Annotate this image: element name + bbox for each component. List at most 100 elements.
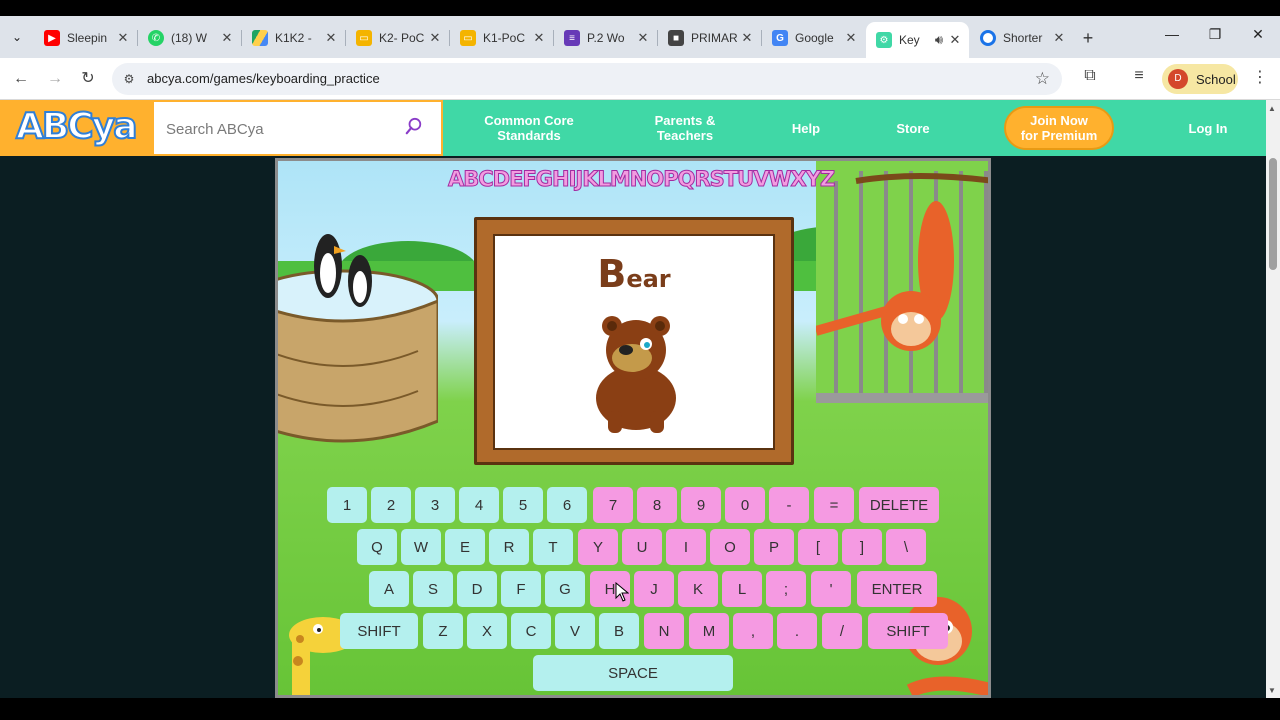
key-char-76[interactable]: L bbox=[722, 571, 762, 607]
game-canvas[interactable]: ABCDEFGHIJKLMNOPQRSTUVWXYZ Bear 1 2 3 4 … bbox=[275, 158, 991, 698]
key-char-48[interactable]: 0 bbox=[725, 487, 765, 523]
key-char-82[interactable]: R bbox=[489, 529, 529, 565]
close-icon[interactable]: ✕ bbox=[427, 30, 443, 46]
key-char-47[interactable]: / bbox=[822, 613, 862, 649]
key-char-67[interactable]: C bbox=[511, 613, 551, 649]
tab-7[interactable]: ■ PRIMAR ✕ bbox=[658, 24, 762, 52]
close-window-icon[interactable]: ✕ bbox=[1248, 26, 1268, 43]
nav-help[interactable]: Help bbox=[780, 100, 832, 156]
key-char-68[interactable]: D bbox=[457, 571, 497, 607]
close-icon[interactable]: ✕ bbox=[739, 30, 755, 46]
key-char-78[interactable]: N bbox=[644, 613, 684, 649]
bookmark-star-icon[interactable]: ☆ bbox=[1035, 69, 1050, 89]
close-icon[interactable]: ✕ bbox=[1051, 30, 1067, 46]
close-icon[interactable]: ✕ bbox=[635, 30, 651, 46]
key-char-59[interactable]: ; bbox=[766, 571, 806, 607]
key-char-50[interactable]: 2 bbox=[371, 487, 411, 523]
tab-8[interactable]: G Google ✕ bbox=[762, 24, 865, 52]
key-shift[interactable]: SHIFT bbox=[340, 613, 418, 649]
tab-search-button[interactable]: ⌄ bbox=[5, 25, 29, 49]
site-info-icon[interactable]: ⚙ bbox=[121, 71, 137, 87]
key-char-45[interactable]: - bbox=[769, 487, 809, 523]
key-char-46[interactable]: . bbox=[777, 613, 817, 649]
key-char-87[interactable]: W bbox=[401, 529, 441, 565]
tab-10[interactable]: Shorter ✕ bbox=[970, 24, 1073, 52]
scroll-thumb[interactable] bbox=[1269, 158, 1277, 270]
key-char-79[interactable]: O bbox=[710, 529, 750, 565]
close-icon[interactable]: ✕ bbox=[843, 30, 859, 46]
login-link[interactable]: Log In bbox=[1178, 100, 1238, 156]
new-tab-button[interactable]: + bbox=[1078, 28, 1098, 49]
minimize-icon[interactable]: — bbox=[1162, 26, 1182, 42]
restore-icon[interactable]: ❐ bbox=[1205, 26, 1225, 43]
abcya-logo[interactable]: ABCya bbox=[0, 100, 152, 156]
close-icon[interactable]: ✕ bbox=[531, 30, 547, 46]
key-char-39[interactable]: ' bbox=[811, 571, 851, 607]
key-shift[interactable]: SHIFT bbox=[868, 613, 948, 649]
tab-4[interactable]: ▭ K2- PoC ✕ bbox=[346, 24, 450, 52]
key-char-49[interactable]: 1 bbox=[327, 487, 367, 523]
key-char-91[interactable]: [ bbox=[798, 529, 838, 565]
menu-icon[interactable]: ⋮ bbox=[1252, 67, 1268, 87]
key-char-89[interactable]: Y bbox=[578, 529, 618, 565]
key-char-56[interactable]: 8 bbox=[637, 487, 677, 523]
key-char-83[interactable]: S bbox=[413, 571, 453, 607]
back-icon[interactable]: ← bbox=[8, 66, 34, 92]
nav-parents-teachers[interactable]: Parents & Teachers bbox=[630, 100, 740, 156]
close-icon[interactable]: ✕ bbox=[947, 32, 963, 48]
key-char-44[interactable]: , bbox=[733, 613, 773, 649]
close-icon[interactable]: ✕ bbox=[323, 30, 339, 46]
key-char-73[interactable]: I bbox=[666, 529, 706, 565]
omnibox[interactable]: ⚙ abcya.com/games/keyboarding_practice ☆ bbox=[112, 63, 1062, 95]
key-char-77[interactable]: M bbox=[689, 613, 729, 649]
key-char-92[interactable]: \ bbox=[886, 529, 926, 565]
speaker-icon[interactable]: 🔊︎ bbox=[931, 32, 947, 48]
key-char-84[interactable]: T bbox=[533, 529, 573, 565]
tab-3[interactable]: K1K2 - ✕ bbox=[242, 24, 346, 52]
key-enter[interactable]: ENTER bbox=[857, 571, 937, 607]
key-delete[interactable]: DELETE bbox=[859, 487, 939, 523]
tab-5[interactable]: ▭ K1-PoC ✕ bbox=[450, 24, 554, 52]
key-char-66[interactable]: B bbox=[599, 613, 639, 649]
key-char-70[interactable]: F bbox=[501, 571, 541, 607]
key-char-69[interactable]: E bbox=[445, 529, 485, 565]
nav-common-core[interactable]: Common Core Standards bbox=[470, 100, 588, 156]
key-char-53[interactable]: 5 bbox=[503, 487, 543, 523]
key-char-93[interactable]: ] bbox=[842, 529, 882, 565]
scroll-up-icon[interactable]: ▲ bbox=[1268, 104, 1276, 113]
tab-2[interactable]: ✆ (18) W ✕ bbox=[138, 24, 242, 52]
nav-store[interactable]: Store bbox=[886, 100, 940, 156]
tab-1[interactable]: ▶ Sleepin ✕ bbox=[34, 24, 138, 52]
key-char-80[interactable]: P bbox=[754, 529, 794, 565]
key-char-51[interactable]: 3 bbox=[415, 487, 455, 523]
key-char-90[interactable]: Z bbox=[423, 613, 463, 649]
key-char-65[interactable]: A bbox=[369, 571, 409, 607]
key-char-75[interactable]: K bbox=[678, 571, 718, 607]
key-space[interactable]: SPACE bbox=[533, 655, 733, 691]
scrollbar[interactable]: ▲ ▼ bbox=[1266, 100, 1280, 698]
tab-9-active[interactable]: ⚙ Key 🔊︎ ✕ bbox=[866, 22, 969, 58]
url-text[interactable]: abcya.com/games/keyboarding_practice bbox=[147, 71, 380, 86]
key-char-57[interactable]: 9 bbox=[681, 487, 721, 523]
profile-button[interactable]: D School bbox=[1162, 64, 1238, 94]
reload-icon[interactable]: ↻ bbox=[75, 66, 101, 92]
extensions-icon[interactable]: ⧉ bbox=[1079, 67, 1101, 85]
tab-6[interactable]: ≡ P.2 Wo ✕ bbox=[554, 24, 658, 52]
key-char-71[interactable]: G bbox=[545, 571, 585, 607]
join-premium-button[interactable]: Join Now for Premium bbox=[1004, 106, 1114, 150]
key-char-54[interactable]: 6 bbox=[547, 487, 587, 523]
key-char-55[interactable]: 7 bbox=[593, 487, 633, 523]
key-char-86[interactable]: V bbox=[555, 613, 595, 649]
key-char-81[interactable]: Q bbox=[357, 529, 397, 565]
search-input[interactable] bbox=[166, 118, 396, 140]
close-icon[interactable]: ✕ bbox=[219, 30, 235, 46]
key-char-88[interactable]: X bbox=[467, 613, 507, 649]
scroll-down-icon[interactable]: ▼ bbox=[1268, 686, 1276, 695]
forward-icon[interactable]: → bbox=[42, 66, 68, 92]
key-char-74[interactable]: J bbox=[634, 571, 674, 607]
search-icon[interactable] bbox=[405, 117, 423, 135]
key-char-85[interactable]: U bbox=[622, 529, 662, 565]
key-char-61[interactable]: = bbox=[814, 487, 854, 523]
media-control-icon[interactable]: ≡ bbox=[1128, 67, 1150, 85]
close-icon[interactable]: ✕ bbox=[115, 30, 131, 46]
